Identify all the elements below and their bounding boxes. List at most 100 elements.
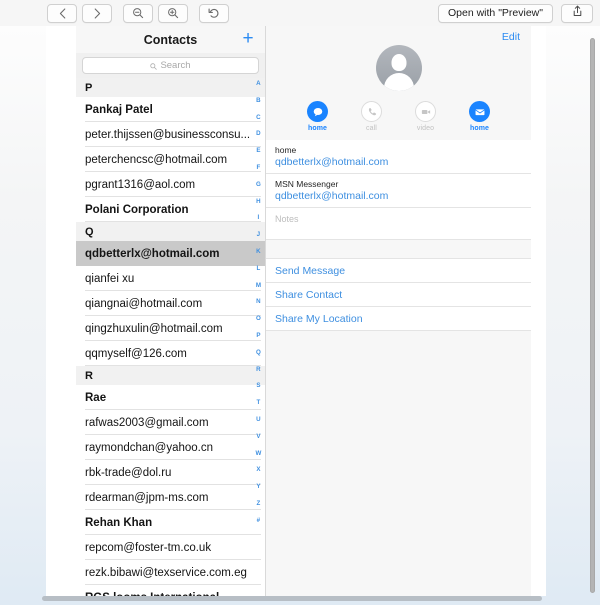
alpha-index-i[interactable]: I — [258, 215, 260, 221]
list-item[interactable]: rafwas2003@gmail.com — [76, 410, 265, 435]
list-item[interactable]: rbk-trade@dol.ru — [76, 460, 265, 485]
add-contact-button[interactable]: + — [239, 27, 257, 49]
rotate-button[interactable] — [199, 3, 229, 23]
alpha-index-f[interactable]: F — [257, 164, 261, 171]
list-item[interactable]: qingzhuxulin@hotmail.com — [76, 316, 265, 341]
search-placeholder: Search — [160, 60, 191, 71]
person-placeholder-icon — [391, 54, 406, 71]
alpha-index-h[interactable]: H — [256, 198, 261, 205]
list-item[interactable]: raymondchan@yahoo.cn — [76, 435, 265, 460]
action-phone[interactable]: call — [352, 101, 392, 132]
list-section-header: R — [76, 366, 265, 385]
alpha-index-l[interactable]: L — [257, 265, 261, 272]
alpha-index-b[interactable]: B — [256, 97, 261, 104]
contact-action-links: Send Message Share Contact Share My Locati… — [266, 258, 531, 331]
action-message-bubble[interactable]: home — [298, 101, 338, 132]
zoom-out-button[interactable] — [123, 3, 153, 23]
contact-fields: home qdbetterlx@hotmail.com MSN Messenger q… — [266, 140, 531, 208]
alphabet-index[interactable]: A B C D E F G H I J K L M N O P Q R S T U V W X Y Z # — [253, 80, 264, 535]
alpha-index-r[interactable]: R — [256, 366, 261, 373]
notes-field[interactable]: Notes — [266, 207, 531, 240]
chevron-left-icon — [59, 7, 66, 19]
alpha-index-x[interactable]: X — [256, 467, 260, 473]
action-label: video — [416, 125, 435, 132]
list-item[interactable]: Rae — [76, 385, 265, 410]
list-item[interactable]: peterchencsc@hotmail.com — [76, 147, 265, 172]
search-icon — [150, 57, 158, 75]
contact-detail-body: home qdbetterlx@hotmail.com MSN Messenger q… — [266, 140, 531, 596]
avatar — [375, 45, 422, 91]
magnifier-plus-icon — [167, 7, 179, 19]
alpha-index-m[interactable]: M — [256, 282, 261, 289]
quicklook-toolbar: Open with "Preview" — [0, 0, 600, 26]
alpha-index-hash[interactable]: # — [257, 517, 261, 524]
contact-detail-panel: Edit home call video home home qdbetterlx@ho… — [266, 26, 531, 596]
alpha-index-g[interactable]: G — [256, 181, 261, 188]
alpha-index-p[interactable]: P — [256, 332, 260, 339]
alpha-index-n[interactable]: N — [256, 299, 261, 305]
contact-field[interactable]: home qdbetterlx@hotmail.com — [266, 140, 531, 174]
plus-icon: + — [242, 27, 254, 49]
alpha-index-s[interactable]: S — [256, 383, 260, 389]
alpha-index-q[interactable]: Q — [256, 349, 261, 356]
rotate-counterclockwise-icon — [208, 7, 220, 19]
contact-action-buttons: home call video home — [266, 101, 531, 140]
search-input[interactable]: Search — [82, 57, 259, 74]
action-video-camera[interactable]: video — [406, 101, 446, 132]
alpha-index-o[interactable]: O — [256, 315, 261, 322]
list-item[interactable]: Rehan Khan — [76, 510, 265, 535]
action-link-send-message[interactable]: Send Message — [266, 258, 531, 283]
list-item[interactable]: pgrant1316@aol.com — [76, 172, 265, 197]
alpha-index-a[interactable]: A — [256, 80, 261, 87]
open-with-preview-button[interactable]: Open with "Preview" — [438, 3, 553, 23]
edit-button[interactable]: Edit — [502, 31, 520, 43]
page-title: Contacts — [143, 32, 198, 47]
list-item[interactable]: RGS looms International — [76, 585, 265, 596]
alpha-index-u[interactable]: U — [256, 416, 261, 423]
list-item[interactable]: rdearman@jpm-ms.com — [76, 485, 265, 510]
vertical-scrollbar[interactable] — [590, 38, 595, 593]
action-link-share-my-location[interactable]: Share My Location — [266, 306, 531, 331]
action-mail-envelope[interactable]: home — [460, 101, 500, 132]
list-item[interactable]: repcom@foster-tm.co.uk — [76, 535, 265, 560]
field-label: MSN Messenger — [275, 179, 339, 189]
list-section-header: P — [76, 78, 265, 97]
alpha-index-d[interactable]: D — [256, 131, 261, 137]
contact-field[interactable]: MSN Messenger qdbetterlx@hotmail.com — [266, 173, 531, 208]
list-section-header: Q — [76, 222, 265, 241]
toolbar-right-group: Open with "Preview" — [438, 3, 593, 23]
alpha-index-z[interactable]: Z — [257, 500, 261, 507]
alpha-index-c[interactable]: C — [256, 114, 261, 121]
share-upload-icon — [572, 4, 583, 22]
list-item[interactable]: Polani Corporation — [76, 197, 265, 222]
list-item[interactable]: Pankaj Patel — [76, 97, 265, 122]
list-item[interactable]: rezk.bibawi@texservice.com.eg — [76, 560, 265, 585]
back-button[interactable] — [47, 3, 77, 23]
action-label: call — [366, 125, 377, 132]
horizontal-scrollbar[interactable] — [42, 596, 542, 601]
zoom-in-button[interactable] — [158, 3, 188, 23]
contacts-list-panel: Contacts + Search P Pankaj Patel peter.thi… — [76, 26, 266, 596]
list-item[interactable]: peter.thijssen@businessconsu... — [76, 122, 265, 147]
video-camera-icon — [415, 101, 436, 122]
list-item[interactable]: qqmyself@126.com — [76, 341, 265, 366]
list-item[interactable]: qianfei xu — [76, 266, 265, 291]
avatar-container — [266, 45, 531, 91]
alpha-index-w[interactable]: W — [255, 450, 261, 457]
field-value[interactable]: qdbetterlx@hotmail.com — [275, 156, 531, 168]
action-link-share-contact[interactable]: Share Contact — [266, 282, 531, 307]
field-value[interactable]: qdbetterlx@hotmail.com — [275, 190, 531, 202]
alpha-index-e[interactable]: E — [256, 147, 260, 154]
alpha-index-k[interactable]: K — [256, 248, 261, 255]
list-item[interactable]: qiangnai@hotmail.com — [76, 291, 265, 316]
alpha-index-j[interactable]: J — [257, 231, 261, 238]
contacts-row-list[interactable]: P Pankaj Patel peter.thijssen@businesscons… — [76, 78, 265, 596]
alpha-index-y[interactable]: Y — [256, 483, 260, 490]
list-item[interactable]: qdbetterlx@hotmail.com — [76, 241, 265, 266]
alpha-index-t[interactable]: T — [257, 399, 261, 406]
magnifier-minus-icon — [132, 7, 144, 19]
contact-detail-header: Edit home call video home — [266, 26, 531, 140]
share-button[interactable] — [561, 3, 593, 23]
forward-button[interactable] — [82, 3, 112, 23]
alpha-index-v[interactable]: V — [256, 433, 260, 440]
